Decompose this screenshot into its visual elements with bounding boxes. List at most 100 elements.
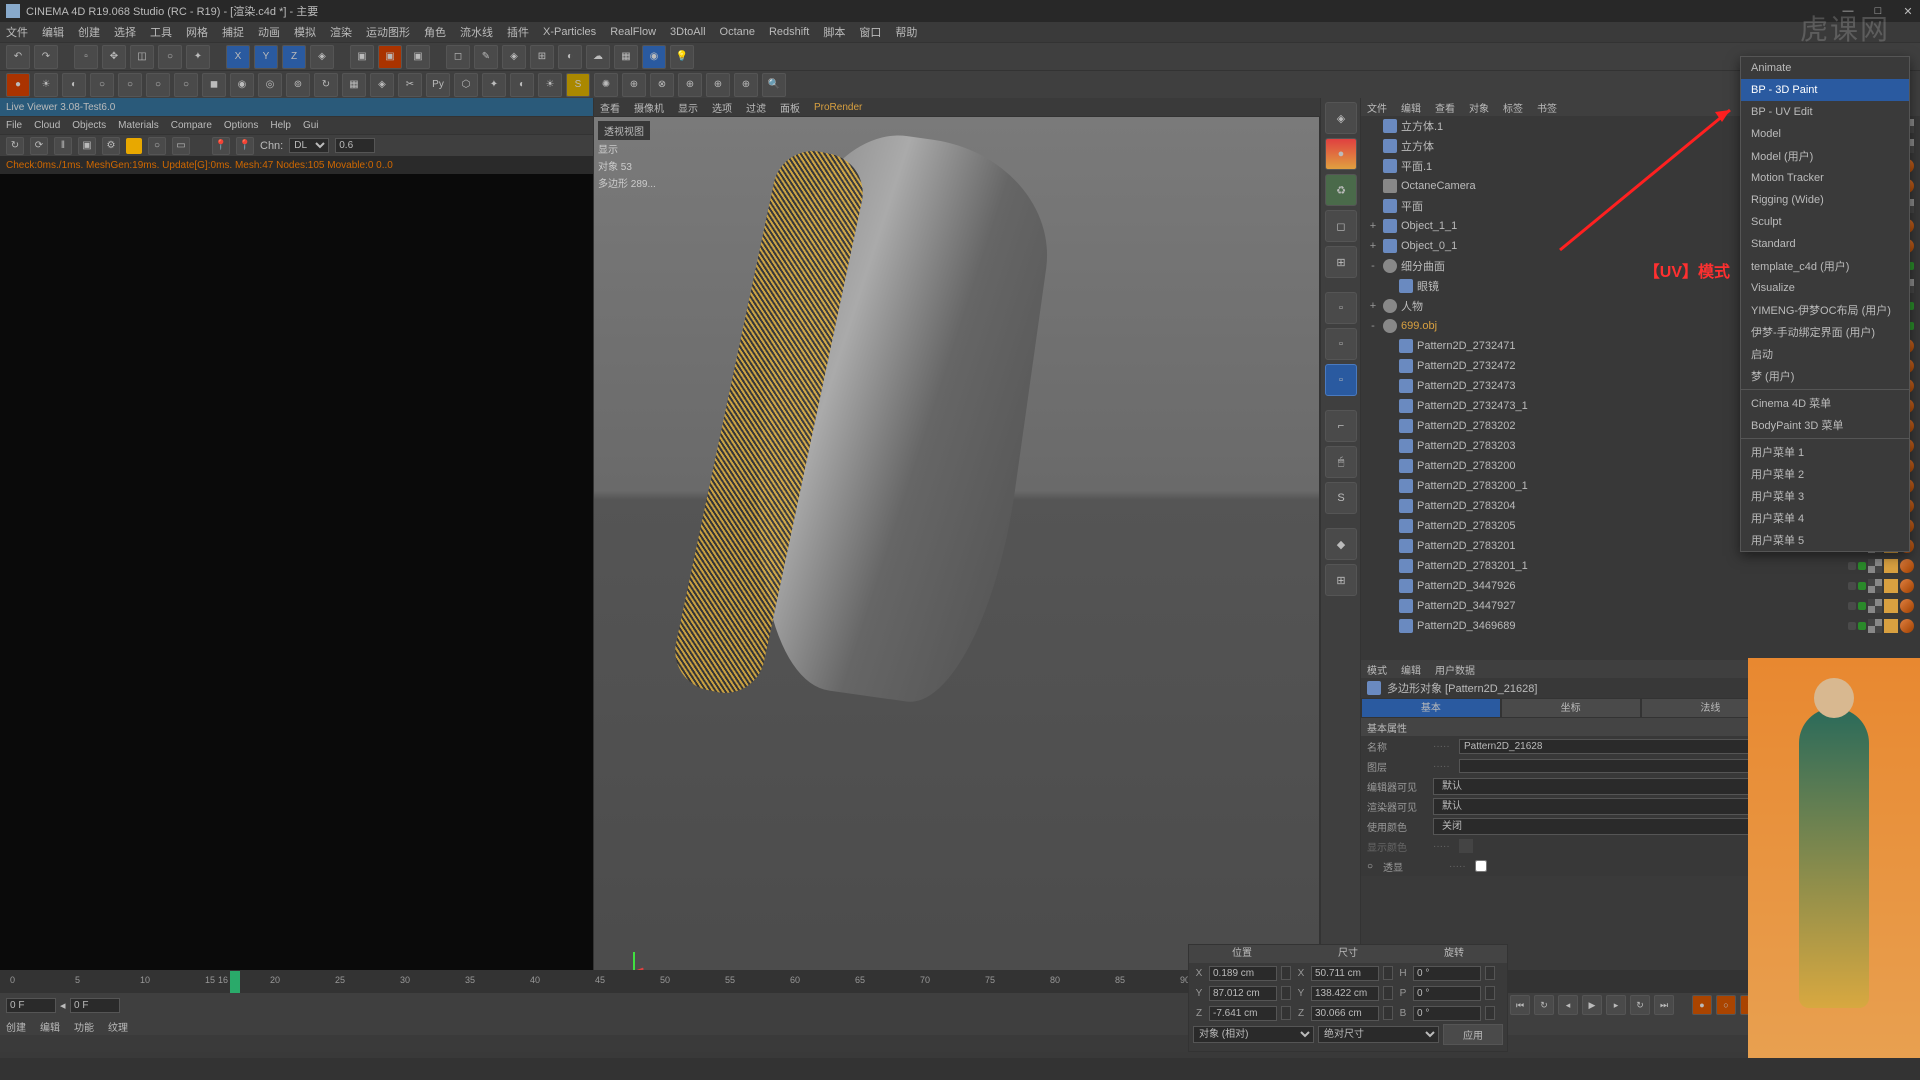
loop2-button[interactable]: ↻	[1630, 995, 1650, 1015]
select-tool[interactable]: ▫	[74, 45, 98, 69]
obj-menu-item[interactable]: 对象	[1469, 100, 1489, 115]
layout-menu-item[interactable]: 用户菜单 1	[1741, 441, 1909, 463]
timeline-cur-frame[interactable]	[70, 998, 120, 1013]
timeline-ruler[interactable]: 0510151620253035404550556065707580859016…	[0, 971, 1920, 993]
shader-16[interactable]: ✦	[482, 73, 506, 97]
next-frame-button[interactable]: ▸	[1606, 995, 1626, 1015]
obj-menu-item[interactable]: 标签	[1503, 100, 1523, 115]
tree-row[interactable]: Pattern2D_2783201_1	[1361, 556, 1920, 576]
rot-h[interactable]	[1413, 966, 1481, 981]
layout-menu-item[interactable]: Animate	[1741, 57, 1909, 79]
tree-row[interactable]: Pattern2D_3447926	[1361, 576, 1920, 596]
z-axis-lock[interactable]: Z	[282, 45, 306, 69]
loop-button[interactable]: ↻	[1534, 995, 1554, 1015]
lv-pin2[interactable]: 📍	[236, 137, 254, 155]
menu-item[interactable]: X-Particles	[543, 26, 596, 38]
vp-menu-item[interactable]: 过滤	[746, 100, 766, 115]
menu-item[interactable]: 帮助	[895, 24, 917, 40]
shader-11[interactable]: ▦	[342, 73, 366, 97]
recent-tool[interactable]: ✦	[186, 45, 210, 69]
menu-item[interactable]: 创建	[78, 24, 100, 40]
menu-item[interactable]: 运动图形	[366, 24, 410, 40]
render-region[interactable]: ▣	[378, 45, 402, 69]
layout-menu-item[interactable]: 用户菜单 4	[1741, 507, 1909, 529]
lv-rect[interactable]: ▭	[172, 137, 190, 155]
layout-menu-item[interactable]: Cinema 4D 菜单	[1741, 392, 1909, 414]
shader-10[interactable]: ↻	[314, 73, 338, 97]
attr-transparent-check[interactable]	[1475, 860, 1487, 872]
obj-menu-item[interactable]: 查看	[1435, 100, 1455, 115]
menu-item[interactable]: 渲染	[330, 24, 352, 40]
tree-row[interactable]: Pattern2D_3469689	[1361, 616, 1920, 636]
mode-texture[interactable]: ●	[1325, 138, 1357, 170]
lv-menu-item[interactable]: Options	[224, 120, 258, 131]
vp-menu-item[interactable]: 查看	[600, 100, 620, 115]
shader-25[interactable]: ⊕	[734, 73, 758, 97]
attr-menu-item[interactable]: 编辑	[1401, 662, 1421, 677]
vp-menu-item[interactable]: 面板	[780, 100, 800, 115]
shader-1[interactable]: ◐	[62, 73, 86, 97]
shader-6[interactable]: ◼	[202, 73, 226, 97]
layout-menu-item[interactable]: 用户菜单 3	[1741, 485, 1909, 507]
layout-menu-item[interactable]: YIMENG-伊梦OC布局 (用户)	[1741, 299, 1909, 321]
play-button[interactable]: ▶	[1582, 995, 1602, 1015]
mat-menu-item[interactable]: 纹理	[108, 1019, 128, 1034]
x-axis-lock[interactable]: X	[226, 45, 250, 69]
pos-z[interactable]	[1209, 1006, 1277, 1021]
size-y[interactable]	[1311, 986, 1379, 1001]
shader-19[interactable]: S	[566, 73, 590, 97]
shader-24[interactable]: ⊕	[706, 73, 730, 97]
menu-item[interactable]: RealFlow	[610, 26, 656, 38]
layout-menu-item[interactable]: 启动	[1741, 343, 1909, 365]
menu-item[interactable]: 窗口	[859, 24, 881, 40]
y-axis-lock[interactable]: Y	[254, 45, 278, 69]
layout-menu-item[interactable]: 用户菜单 2	[1741, 463, 1909, 485]
attr-tab[interactable]: 基本	[1361, 698, 1501, 718]
vp-menu-item[interactable]: ProRender	[814, 102, 862, 113]
layout-menu-item[interactable]: Sculpt	[1741, 211, 1909, 233]
vp-menu-item[interactable]: 摄像机	[634, 100, 664, 115]
layout-menu-item[interactable]: Rigging (Wide)	[1741, 189, 1909, 211]
autokey-button[interactable]: ○	[1716, 995, 1736, 1015]
lv-lock-icon[interactable]	[126, 138, 142, 154]
layout-menu-item[interactable]: Motion Tracker	[1741, 167, 1909, 189]
mode-normal[interactable]: ⊞	[1325, 564, 1357, 596]
shader-26[interactable]: 🔍	[762, 73, 786, 97]
shader-13[interactable]: ✂	[398, 73, 422, 97]
array-tool[interactable]: ⊞	[530, 45, 554, 69]
layout-menu-item[interactable]: 伊梦-手动绑定界面 (用户)	[1741, 321, 1909, 343]
lv-menu-item[interactable]: Objects	[72, 120, 106, 131]
layout-menu-item[interactable]: Model (用户)	[1741, 145, 1909, 167]
rot-p[interactable]	[1413, 986, 1481, 1001]
pen-tool[interactable]: ✎	[474, 45, 498, 69]
layout-menu-item[interactable]: BodyPaint 3D 菜单	[1741, 414, 1909, 436]
attr-tab[interactable]: 坐标	[1501, 698, 1641, 718]
coord-apply-button[interactable]: 应用	[1443, 1024, 1503, 1045]
menu-item[interactable]: 动画	[258, 24, 280, 40]
goto-start-button[interactable]: ⏮	[1510, 995, 1530, 1015]
coord-size-select[interactable]: 绝对尺寸	[1318, 1026, 1439, 1043]
cube-primitive[interactable]: ◻	[446, 45, 470, 69]
layout-menu-item[interactable]: BP - UV Edit	[1741, 101, 1909, 123]
vp-menu-item[interactable]: 选项	[712, 100, 732, 115]
coord-system[interactable]: ◈	[310, 45, 334, 69]
mode-snap[interactable]: 🖱	[1325, 446, 1357, 478]
shader-3[interactable]: ○	[118, 73, 142, 97]
attr-menu-item[interactable]: 用户数据	[1435, 662, 1475, 677]
menu-item[interactable]: 工具	[150, 24, 172, 40]
lv-pause[interactable]: ‖	[54, 137, 72, 155]
menu-item[interactable]: 脚本	[823, 24, 845, 40]
lv-chn-value[interactable]	[335, 138, 375, 153]
move-tool[interactable]: ✥	[102, 45, 126, 69]
redo-button[interactable]: ↷	[34, 45, 58, 69]
pos-x[interactable]	[1209, 966, 1277, 981]
menu-item[interactable]: 流水线	[460, 24, 493, 40]
lv-region[interactable]: ▣	[78, 137, 96, 155]
shader-20[interactable]: ✺	[594, 73, 618, 97]
render-view[interactable]: ▣	[350, 45, 374, 69]
layout-menu-item[interactable]: Model	[1741, 123, 1909, 145]
shader-2[interactable]: ○	[90, 73, 114, 97]
shader-18[interactable]: ☀	[538, 73, 562, 97]
mode-axis[interactable]: ⊞	[1325, 246, 1357, 278]
shader-23[interactable]: ⊕	[678, 73, 702, 97]
